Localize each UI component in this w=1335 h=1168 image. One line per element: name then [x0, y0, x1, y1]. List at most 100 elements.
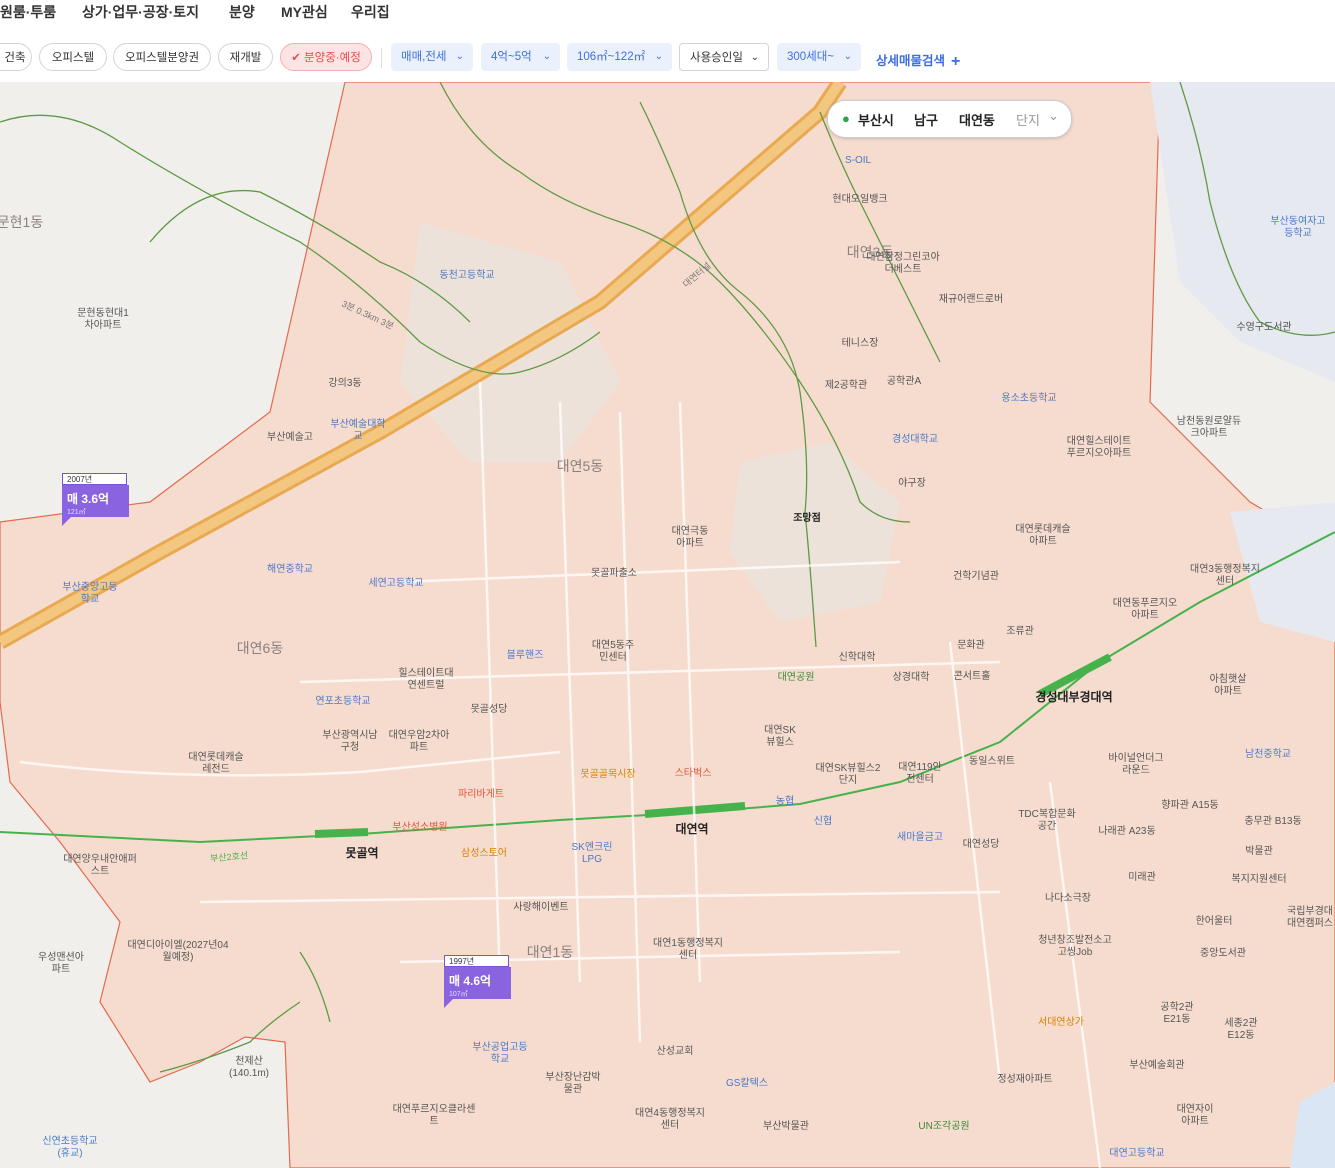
place-label[interactable]: 조류관: [1006, 626, 1034, 638]
place-label[interactable]: 미래관: [1128, 872, 1156, 884]
place-label[interactable]: 박물관: [1245, 846, 1273, 858]
place-label[interactable]: 부산성소병원: [392, 822, 447, 834]
place-label[interactable]: 새마을금고: [897, 832, 943, 844]
dropdown-approval-date[interactable]: 사용승인일 ⌄: [679, 43, 769, 71]
apartment-label[interactable]: 대연동푸르지오아파트: [1109, 598, 1181, 622]
school-label[interactable]: 부산동여자고등학교: [1270, 216, 1326, 240]
place-label[interactable]: 못골성당: [471, 704, 508, 716]
place-label[interactable]: 건학기념관: [953, 571, 999, 583]
apartment-label[interactable]: 대연롯데캐슬레전드: [184, 752, 248, 776]
school-label[interactable]: 세연고등학교: [368, 578, 423, 590]
school-label[interactable]: 부산중앙고등학교: [60, 582, 120, 606]
place-label[interactable]: 세종2관 E12동: [1221, 1018, 1261, 1042]
public-facility-label[interactable]: 부산예술회관: [1129, 1060, 1184, 1072]
nav-my-home[interactable]: 우리집: [351, 2, 390, 22]
place-label[interactable]: S-OIL: [845, 155, 871, 167]
apartment-label[interactable]: 우성맨션아파트: [37, 952, 85, 976]
place-label[interactable]: 중앙도서관: [1200, 948, 1246, 960]
place-label[interactable]: 강의3동: [328, 378, 361, 390]
location-selector[interactable]: ● 부산시 남구 대연동 단지 ⌄: [827, 100, 1072, 138]
place-label[interactable]: 제2공학관: [825, 380, 867, 392]
dropdown-area[interactable]: 106㎡~122㎡ ⌄: [567, 43, 672, 71]
school-label[interactable]: 연포초등학교: [315, 696, 370, 708]
detail-search-button[interactable]: 상세매물검색 +: [876, 50, 960, 71]
location-district[interactable]: 남구: [914, 110, 938, 129]
place-label[interactable]: GS칼텍스: [726, 1078, 768, 1090]
location-type[interactable]: 단지: [1016, 110, 1040, 129]
chip-officetel-presale[interactable]: 오피스텔분양권: [113, 43, 211, 71]
chip-officetel[interactable]: 오피스텔: [39, 43, 107, 71]
public-facility-label[interactable]: 부산박물관: [763, 1121, 809, 1133]
station-kyungsung[interactable]: 경성대부경대역: [1035, 688, 1112, 705]
apartment-label[interactable]: 정성재아파트: [997, 1074, 1052, 1086]
listing-card[interactable]: 1997년 매 4.6억 107㎡: [444, 955, 511, 1011]
place-label[interactable]: 한어울터: [1196, 916, 1233, 928]
place-label[interactable]: 산성교회: [657, 1046, 694, 1058]
location-city[interactable]: 부산시: [858, 110, 894, 129]
apartment-label[interactable]: 대연디아이엘(2027년04월예정): [123, 940, 233, 964]
place-label[interactable]: 대연참정그린코아더베스트: [862, 252, 944, 276]
school-label[interactable]: 신연초등학교(휴교): [39, 1136, 101, 1160]
place-label[interactable]: 나래관 A23동: [1098, 826, 1155, 838]
school-label[interactable]: 국립부경대대연캠퍼스: [1285, 906, 1335, 930]
place-label[interactable]: 재규어랜드로버: [939, 294, 1003, 306]
mountain-label[interactable]: 천제산(140.1m): [219, 1056, 279, 1080]
place-label[interactable]: 수영구도서관: [1236, 322, 1291, 334]
public-facility-label[interactable]: 대연1동행정복지센터: [652, 938, 724, 962]
school-label[interactable]: 용소초등학교: [1001, 393, 1056, 405]
place-label[interactable]: 향파관 A15동: [1161, 800, 1218, 812]
nav-oneroom[interactable]: 원룸·투룸: [0, 2, 56, 22]
school-label[interactable]: 대연고등학교: [1109, 1148, 1164, 1160]
school-label[interactable]: 남천중학교: [1245, 749, 1291, 761]
public-facility-label[interactable]: 대연4동행정복지센터: [634, 1108, 706, 1132]
place-label[interactable]: 바이널언더그라운드: [1105, 753, 1167, 777]
place-label[interactable]: 콘서트홀: [954, 671, 991, 683]
apartment-label[interactable]: 동일스위트: [969, 756, 1015, 768]
public-facility-label[interactable]: 대연5동주민센터: [591, 640, 635, 664]
school-label[interactable]: 부산공업고등학교: [472, 1042, 528, 1066]
chip-new-building[interactable]: 건축: [0, 43, 32, 71]
nav-commercial[interactable]: 상가·업무·공장·토지: [82, 2, 199, 22]
apartment-label[interactable]: 대연힐스테이트푸르지오아파트: [1063, 436, 1135, 460]
place-label[interactable]: 문화관: [957, 640, 985, 652]
public-facility-label[interactable]: 대연3동행정복지센터: [1189, 564, 1261, 588]
school-label[interactable]: 경성대학교: [892, 434, 938, 446]
listing-card[interactable]: 2007년 매 3.6억 121㎡: [62, 473, 129, 529]
location-dong[interactable]: 대연동: [959, 110, 995, 129]
place-label[interactable]: 공학관A: [887, 376, 921, 388]
place-label[interactable]: 블루핸즈: [507, 650, 544, 662]
apartment-label[interactable]: 남천동원로얄듀크아파트: [1173, 416, 1245, 440]
place-label[interactable]: TDC복합문화공간: [1016, 809, 1078, 833]
place-label[interactable]: 파리바게트: [458, 789, 504, 801]
park-label[interactable]: UN조각공원: [918, 1121, 969, 1133]
apartment-label[interactable]: 문현동현대1차아파트: [74, 308, 132, 332]
apartment-label[interactable]: 대연양우내안애퍼스트: [63, 854, 137, 878]
place-label[interactable]: 공학2관 E21동: [1157, 1002, 1197, 1026]
public-facility-label[interactable]: 서대연상가: [1038, 1017, 1084, 1029]
apartment-label[interactable]: 대연롯데캐슬아파트: [1012, 524, 1074, 548]
place-label[interactable]: SK엔크린LPG: [570, 842, 614, 866]
school-label[interactable]: 동천고등학교: [439, 270, 494, 282]
station-daeyeon[interactable]: 대연역: [675, 820, 708, 837]
place-label[interactable]: 야구장: [898, 478, 926, 490]
school-label[interactable]: 부산예술대학교: [328, 419, 388, 443]
public-facility-label[interactable]: 못골파출소: [591, 568, 637, 580]
apartment-label[interactable]: 대연극동아파트: [670, 526, 710, 550]
place-label[interactable]: 못골골목시장: [580, 769, 635, 781]
chip-redevelopment[interactable]: 재개발: [218, 43, 273, 71]
school-label[interactable]: 해연중학교: [267, 564, 313, 576]
apartment-label[interactable]: 아침햇살아파트: [1206, 674, 1250, 698]
place-label[interactable]: 충무관 B13동: [1244, 816, 1301, 828]
place-label[interactable]: 청년창조발전소고고씽Job: [1037, 935, 1113, 959]
place-label[interactable]: 삼성스토어: [461, 848, 507, 860]
apartment-label[interactable]: 힐스테이트대연센트럴: [398, 668, 454, 692]
apartment-label[interactable]: 대연푸르지오클라센트: [392, 1104, 476, 1128]
place-label[interactable]: 대연성당: [963, 839, 1000, 851]
nav-my-interest[interactable]: MY관심: [281, 2, 328, 22]
place-label[interactable]: 농협: [776, 796, 794, 808]
apartment-label[interactable]: 대연우암2차아파트: [388, 730, 450, 754]
chip-presale-ongoing[interactable]: ✔ 분양중·예정: [280, 43, 372, 71]
place-label[interactable]: 신학대학: [839, 652, 876, 664]
apartment-label[interactable]: 대연자이아파트: [1173, 1104, 1217, 1128]
public-facility-label[interactable]: 부산장난감박물관: [545, 1072, 601, 1096]
